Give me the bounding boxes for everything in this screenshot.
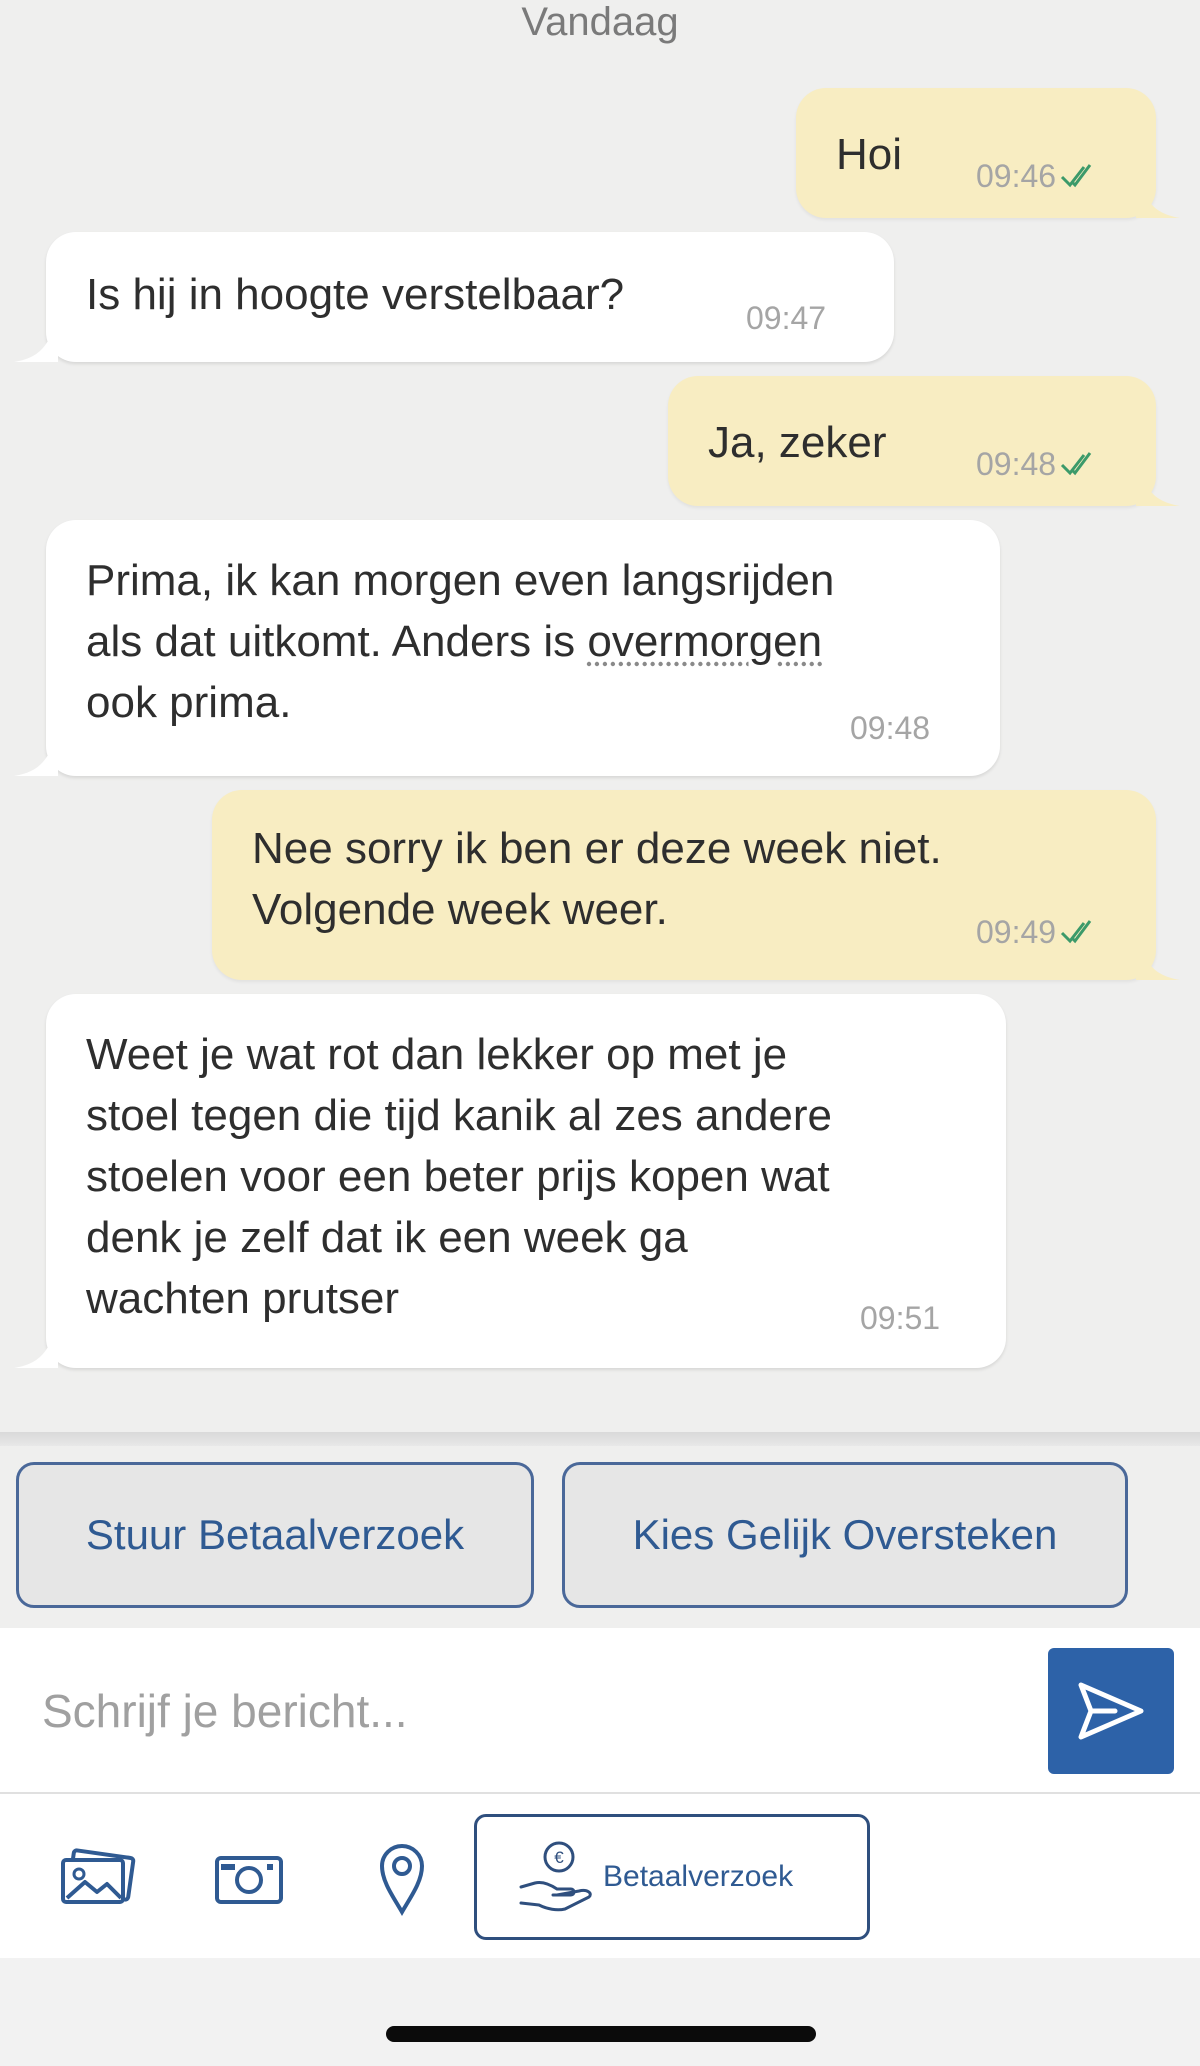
send-button[interactable] [1048,1648,1174,1774]
location-icon [379,1844,425,1917]
message-meta: 09:48 [976,446,1096,482]
gallery-icon [61,1848,136,1904]
message-meta: 09:49 [976,914,1096,950]
camera-button[interactable] [206,1838,292,1918]
bubble-tail-out [1136,936,1180,980]
payment-request-label: Betaalverzoek [603,1860,794,1893]
gallery-button[interactable] [52,1838,142,1918]
attachment-toolbar: € Betaalverzoek [0,1794,1200,1958]
svg-text:€: € [554,1848,564,1867]
bubble-tail-in [14,318,58,362]
fair-exchange-button[interactable]: Kies Gelijk Oversteken [562,1462,1128,1608]
read-check-icon [1061,164,1092,188]
message-outgoing[interactable]: Nee sorry ik ben er deze week niet. Volg… [212,790,1156,980]
message-outgoing[interactable]: Ja, zeker 09:48 [668,376,1156,506]
bubble-tail-out [1136,174,1180,218]
message-time: 09:47 [746,300,827,336]
date-label: Vandaag [521,0,679,44]
send-payment-request-button[interactable]: Stuur Betaalverzoek [16,1462,534,1608]
home-indicator-area [0,1958,1200,2066]
detected-date-link[interactable]: overmorgen [587,617,822,666]
message-composer [0,1628,1200,1794]
message-time: 09:48 [850,710,931,746]
message-text: Prima, ik kan morgen even langsrijden al… [86,556,835,727]
quick-actions-bar: Stuur Betaalverzoek Kies Gelijk Overstek… [0,1446,1200,1628]
message-input[interactable] [42,1668,992,1754]
bubble-tail-out [1136,462,1180,506]
euro-hand-icon: € [519,1841,592,1912]
message-incoming[interactable]: Prima, ik kan morgen even langsrijden al… [46,520,1000,776]
location-button[interactable] [364,1828,440,1928]
divider [0,1432,1200,1446]
message-incoming[interactable]: Weet je wat rot dan lekker op met je sto… [46,994,1006,1368]
send-icon [1078,1682,1144,1740]
message-time: 09:46 [976,158,1057,194]
message-time: 09:48 [976,446,1057,482]
message-outgoing[interactable]: Hoi 09:46 [796,88,1156,218]
message-time: 09:49 [976,914,1057,950]
read-check-icon [1061,920,1092,944]
bubble-tail-in [14,732,58,776]
bubble-tail-in [14,1324,58,1368]
home-indicator[interactable] [386,2026,816,2042]
message-meta: 09:46 [976,158,1096,194]
message-time: 09:51 [860,1300,941,1336]
message-incoming[interactable]: Is hij in hoogte verstelbaar? 09:47 [46,232,894,362]
message-text: Weet je wat rot dan lekker op met je sto… [86,1030,833,1323]
camera-icon [215,1856,283,1904]
payment-request-button[interactable]: € Betaalverzoek [474,1814,870,1940]
read-check-icon [1061,452,1092,476]
